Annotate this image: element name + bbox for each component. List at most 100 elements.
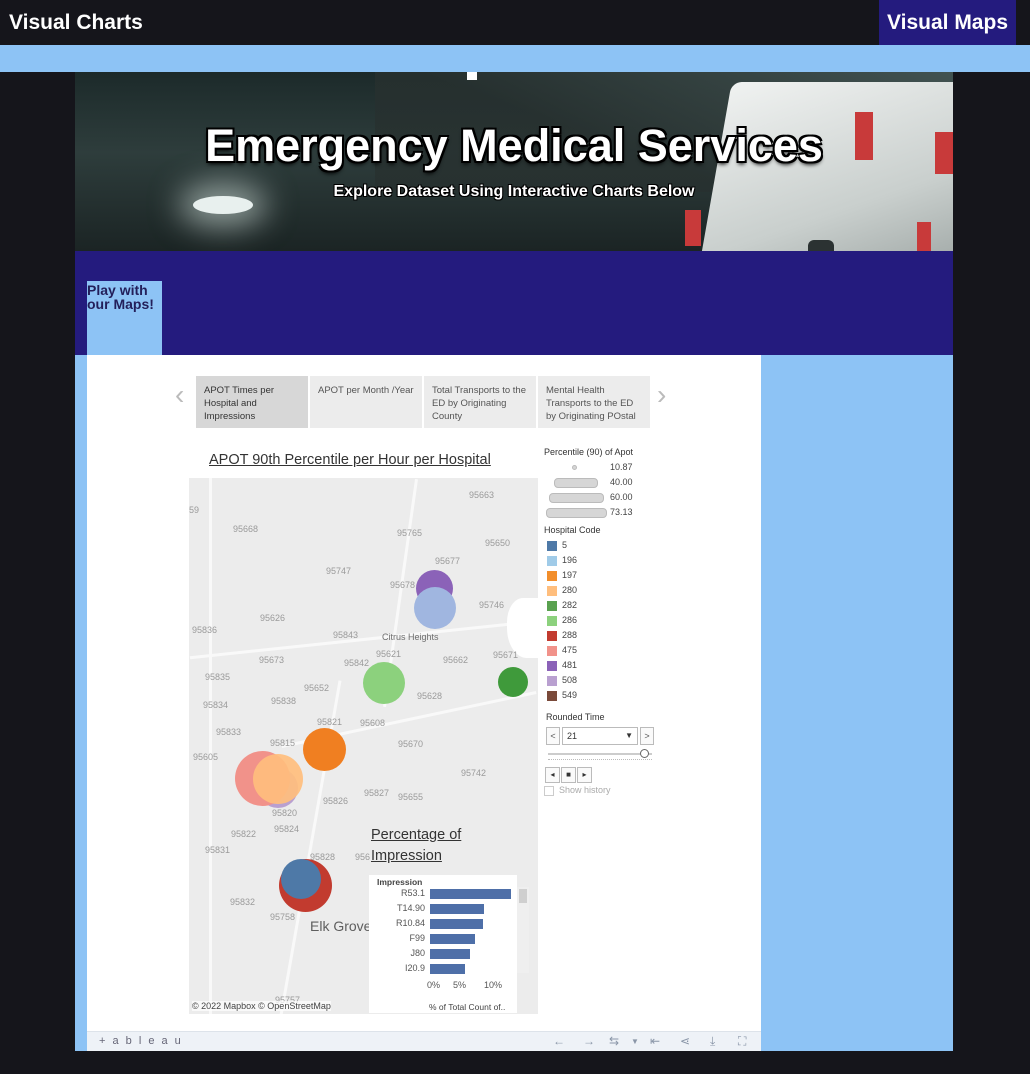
size-value: 73.13 <box>610 507 633 517</box>
size-value: 40.00 <box>610 477 633 487</box>
ambulance-light <box>917 222 931 251</box>
tableau-viz: ‹ APOT Times per Hospital and Impression… <box>87 355 761 1051</box>
category-label: J80 <box>410 948 425 958</box>
prev-value-button[interactable]: < <box>546 727 560 745</box>
step-back-icon[interactable]: ◂ <box>545 767 560 783</box>
size-value: 10.87 <box>610 462 633 472</box>
hospital-legend-row[interactable]: 549 <box>544 688 659 703</box>
hospital-code: 196 <box>562 555 578 565</box>
hero-banner: Emergency Medical Services Explore Datas… <box>75 72 953 251</box>
bubble-hospital-197[interactable] <box>303 728 346 771</box>
next-value-button[interactable]: > <box>640 727 654 745</box>
stop-icon[interactable]: ■ <box>561 767 576 783</box>
revert-icon[interactable]: ⇆ <box>609 1034 619 1048</box>
size-legend-row[interactable]: 60.00 <box>544 490 659 505</box>
first-page-icon[interactable]: ⇤ <box>650 1034 660 1048</box>
hospital-legend-row[interactable]: 196 <box>544 553 659 568</box>
category-label: I20.9 <box>404 963 425 973</box>
map-water <box>507 598 538 658</box>
zip-label: 95668 <box>233 524 259 534</box>
color-swatch <box>547 556 557 566</box>
hospital-legend-row[interactable]: 280 <box>544 583 659 598</box>
zip-label: 95831 <box>205 845 231 855</box>
size-legend-row[interactable]: 40.00 <box>544 475 659 490</box>
zip-label: 95842 <box>344 658 370 668</box>
hospital-code: 475 <box>562 645 578 655</box>
checkbox-icon[interactable] <box>544 785 554 796</box>
tableau-toolbar: + a b l e a u ← → ⇆ ▼ ⇤ ⋖ ⤓ ⛶ <box>87 1031 761 1051</box>
hospital-legend-row[interactable]: 282 <box>544 598 659 613</box>
undo-icon[interactable]: ← <box>553 1034 565 1048</box>
time-slider-handle[interactable] <box>640 749 649 758</box>
tab-mental-health[interactable]: Mental Health Transports to the ED by Or… <box>538 376 650 428</box>
tabs-next-arrow[interactable]: › <box>657 379 666 411</box>
impression-bar[interactable] <box>430 964 465 974</box>
hero-light-small <box>467 72 477 80</box>
size-legend-row[interactable]: 10.87 <box>544 460 659 475</box>
x-tick-label: 10% <box>484 980 503 990</box>
bubble-hospital-196[interactable] <box>414 587 456 629</box>
zip-label: 95678 <box>390 580 416 590</box>
zip-label: 95670 <box>398 739 424 749</box>
tabs-prev-arrow[interactable]: ‹ <box>175 379 184 411</box>
zip-label: 95765 <box>397 528 423 538</box>
hospital-legend-row[interactable]: 481 <box>544 658 659 673</box>
category-label: F99 <box>409 933 425 943</box>
rounded-time-value: 21 <box>567 731 578 741</box>
hospital-legend-row[interactable]: 288 <box>544 628 659 643</box>
size-swatch <box>549 493 604 503</box>
hero-title: Emergency Medical Services <box>205 120 823 171</box>
hospital-legend-row[interactable]: 197 <box>544 568 659 583</box>
zip-label: 59 <box>189 505 200 515</box>
zip-label: 95843 <box>333 630 359 640</box>
impression-bar[interactable] <box>430 889 511 899</box>
time-slider-track[interactable] <box>548 753 652 755</box>
color-swatch <box>547 676 557 686</box>
hospital-legend-row[interactable]: 286 <box>544 613 659 628</box>
zip-label: 95742 <box>461 768 487 778</box>
city-label-large: Elk Grove <box>310 918 372 934</box>
zip-label: 95832 <box>230 897 256 907</box>
zip-label: 95662 <box>443 655 469 665</box>
nav-visual-charts[interactable]: Visual Charts <box>0 0 152 45</box>
redo-icon[interactable]: → <box>583 1034 595 1048</box>
hospital-legend-row[interactable]: 508 <box>544 673 659 688</box>
hospital-code: 508 <box>562 675 578 685</box>
dropdown-icon[interactable]: ▼ <box>631 1037 639 1046</box>
tab-apot-month[interactable]: APOT per Month /Year <box>310 376 422 428</box>
share-icon[interactable]: ⋖ <box>680 1034 690 1048</box>
size-legend-row[interactable]: 73.13 <box>544 505 659 520</box>
show-history-toggle[interactable]: Show history <box>544 785 611 796</box>
impression-bar[interactable] <box>430 949 471 959</box>
tab-total-transports[interactable]: Total Transports to the ED by Originatin… <box>424 376 536 428</box>
hospital-legend-row[interactable]: 5 <box>544 538 659 553</box>
download-icon[interactable]: ⤓ <box>710 1034 715 1049</box>
right-panel <box>761 355 953 1051</box>
play-with-maps-button[interactable]: Play with our Maps! <box>87 281 162 355</box>
impression-scroll-thumb[interactable] <box>519 889 527 903</box>
rounded-time-select[interactable]: 21 ▼ <box>562 727 638 745</box>
zip-label: 95605 <box>193 752 219 762</box>
play-icon[interactable]: ▸ <box>577 767 592 783</box>
bubble-hospital-5[interactable] <box>281 859 321 899</box>
bubble-hospital-286[interactable] <box>363 662 405 704</box>
legend-panel: Percentile (90) of Apot 10.87 40.00 60.0… <box>544 447 659 703</box>
size-swatch <box>546 508 607 518</box>
size-value: 60.00 <box>610 492 633 502</box>
hospital-code: 282 <box>562 600 578 610</box>
impression-header: Impression <box>377 877 423 887</box>
tableau-logo[interactable]: + a b l e a u <box>99 1035 183 1047</box>
zip-label: 95663 <box>469 490 495 500</box>
color-swatch <box>547 586 557 596</box>
tab-apot-times[interactable]: APOT Times per Hospital and Impressions <box>196 376 308 428</box>
bubble-hospital-280[interactable] <box>253 754 303 804</box>
impression-bar[interactable] <box>430 904 485 914</box>
nav-visual-maps[interactable]: Visual Maps <box>879 0 1016 45</box>
impression-bar[interactable] <box>430 934 475 944</box>
hospital-legend-row[interactable]: 475 <box>544 643 659 658</box>
zip-label: 95824 <box>274 824 300 834</box>
bubble-hospital-282[interactable] <box>498 667 528 697</box>
fullscreen-icon[interactable]: ⛶ <box>738 1034 746 1049</box>
left-strip <box>75 355 87 1051</box>
impression-bar[interactable] <box>430 919 483 929</box>
